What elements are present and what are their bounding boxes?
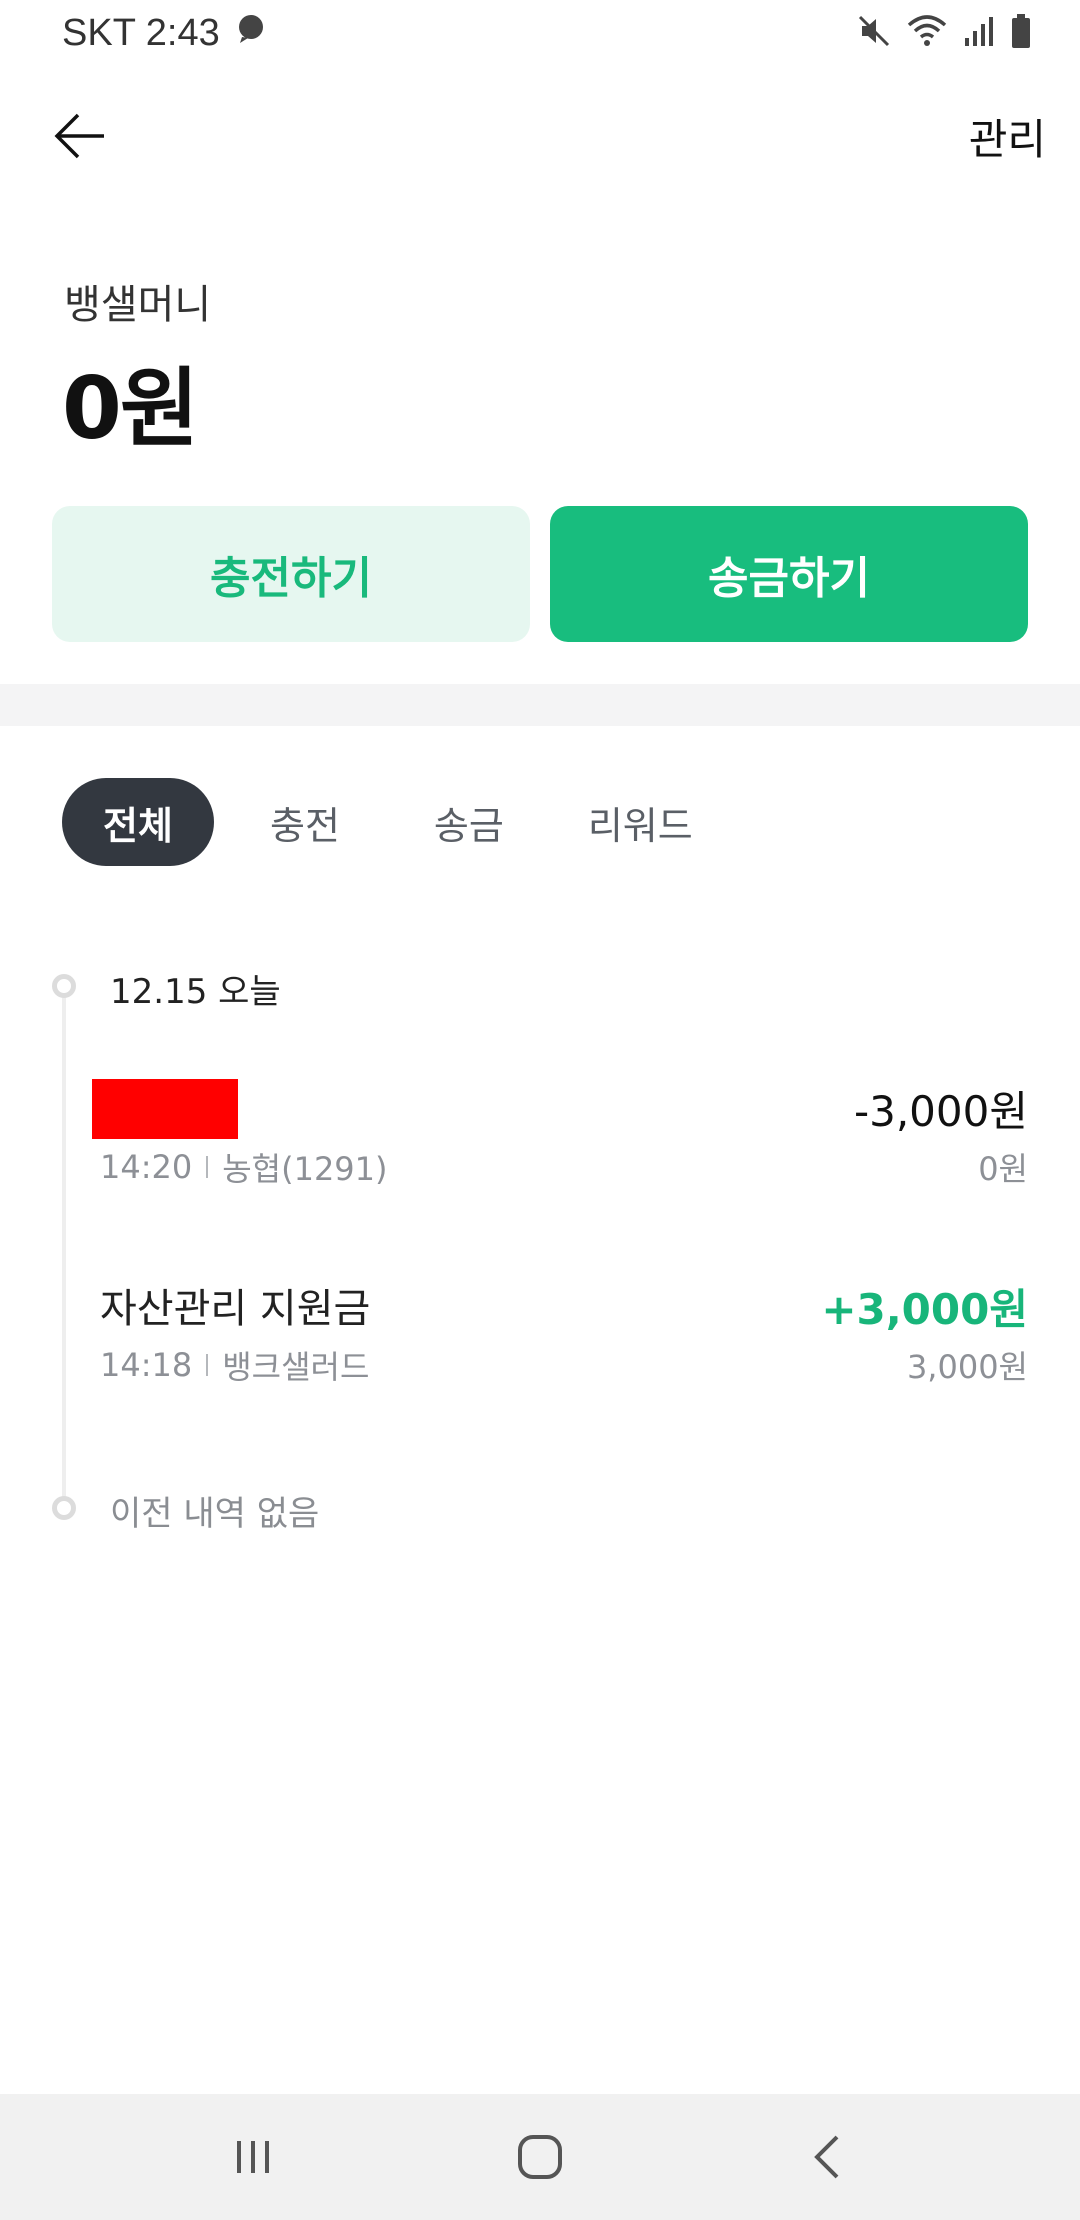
timeline-line — [62, 986, 66, 1508]
transaction-amount: +3,000원 — [821, 1285, 1028, 1334]
system-back-button[interactable] — [782, 2112, 872, 2202]
tab-reward[interactable]: 리워드 — [546, 778, 735, 866]
status-right — [856, 13, 1032, 53]
carrier-time: SKT 2:43 — [62, 11, 220, 54]
tab-all[interactable]: 전체 — [62, 778, 214, 866]
home-icon — [517, 2135, 562, 2179]
transaction-name: 자산관리 지원금 — [100, 1286, 371, 1332]
transaction-item[interactable]: 14:20 농협(1291) -3,000원 0원 — [92, 1078, 1028, 1190]
filter-tabs: 전체 충전 송금 리워드 — [62, 778, 735, 866]
transaction-time: 14:20 — [100, 1148, 193, 1186]
no-history-label: 이전 내역 없음 — [110, 1494, 320, 1534]
signal-icon — [962, 14, 996, 52]
screen: SKT 2:43 관리 뱅샐머니 0원 충전하기 송금하기 전체 충전 송금 리… — [0, 0, 1080, 2220]
chevron-left-icon — [813, 2135, 839, 2179]
transaction-item[interactable]: 자산관리 지원금 14:18 뱅크샐러드 +3,000원 3,000원 — [100, 1276, 1028, 1386]
back-arrow-icon — [54, 113, 104, 159]
date-label: 12.15 오늘 — [110, 972, 281, 1012]
recent-apps-icon — [237, 2141, 270, 2173]
timeline-dot — [52, 974, 76, 998]
redacted-name — [92, 1079, 238, 1139]
charge-button[interactable]: 충전하기 — [52, 506, 530, 642]
status-left: SKT 2:43 — [62, 11, 268, 55]
recent-apps-button[interactable] — [208, 2112, 298, 2202]
tab-send[interactable]: 송금 — [392, 778, 546, 866]
transaction-balance: 0원 — [978, 1150, 1028, 1188]
back-button[interactable] — [48, 104, 112, 168]
section-divider — [0, 684, 1080, 726]
navigation-bar — [0, 2094, 1080, 2220]
send-button[interactable]: 송금하기 — [550, 506, 1028, 642]
battery-icon — [1010, 13, 1032, 53]
meta-separator — [206, 1354, 209, 1376]
transaction-time: 14:18 — [100, 1346, 193, 1384]
app-header: 관리 — [0, 90, 1080, 182]
manage-button[interactable]: 관리 — [969, 106, 1046, 167]
home-button[interactable] — [495, 2112, 585, 2202]
balance-label: 뱅샐머니 — [64, 282, 212, 328]
transaction-meta: 14:18 뱅크샐러드 — [100, 1342, 369, 1388]
mute-icon — [856, 13, 892, 53]
meta-separator — [206, 1156, 209, 1178]
wifi-icon — [906, 13, 948, 53]
status-bar: SKT 2:43 — [0, 0, 1080, 66]
balance-amount: 0원 — [62, 359, 199, 459]
transaction-amount: -3,000원 — [853, 1087, 1028, 1136]
transaction-source: 뱅크샐러드 — [222, 1348, 370, 1386]
timeline-dot — [52, 1496, 76, 1520]
transaction-meta: 14:20 농협(1291) — [100, 1144, 388, 1190]
transaction-balance: 3,000원 — [906, 1348, 1028, 1386]
chat-bubble-icon — [234, 11, 268, 55]
tab-charge[interactable]: 충전 — [228, 778, 382, 866]
transaction-source: 농협(1291) — [222, 1150, 388, 1188]
